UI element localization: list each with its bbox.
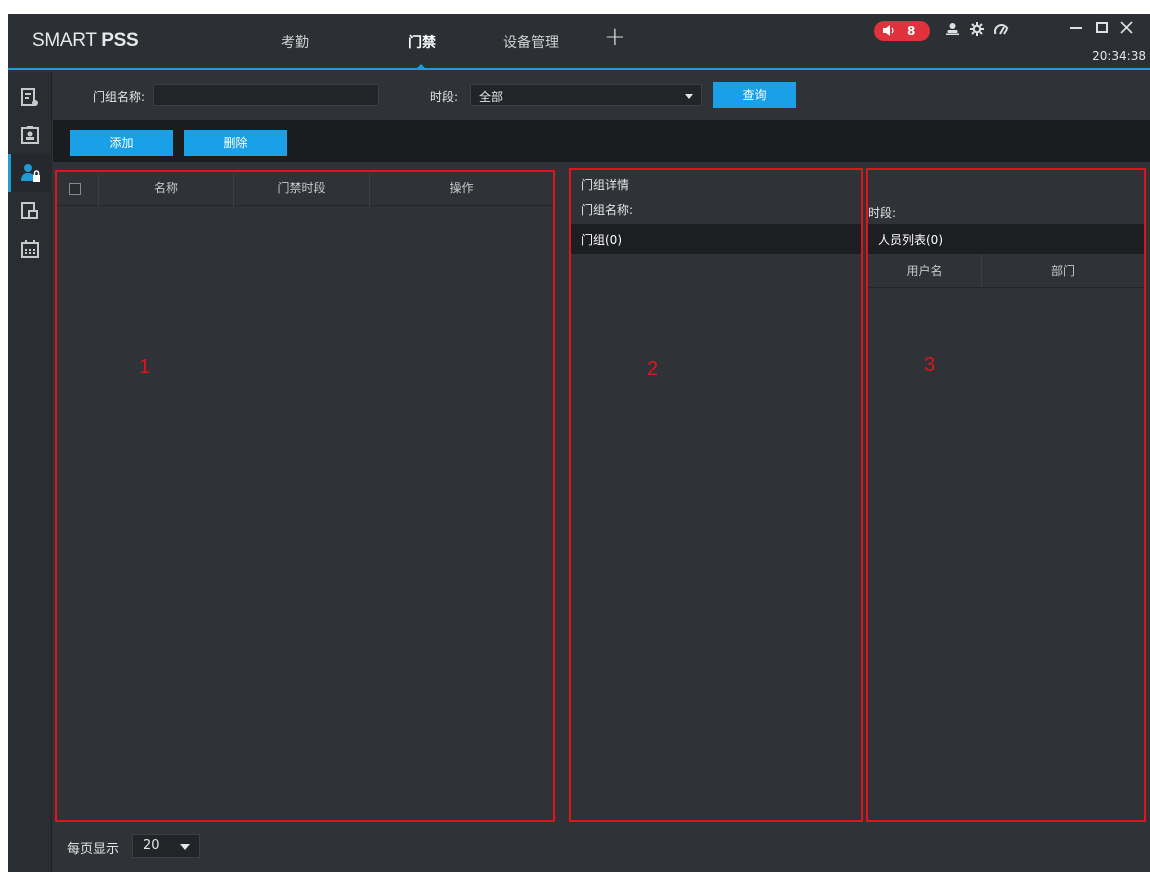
- tab-attendance[interactable]: 考勤: [281, 32, 309, 52]
- annotation-number-1: 1: [139, 356, 151, 378]
- member-list-header: 人员列表(0): [868, 224, 1144, 254]
- period-label: 时段:: [430, 90, 459, 104]
- app-logo: SMART PSS: [32, 30, 139, 51]
- speaker-icon: [883, 25, 895, 39]
- person-card-icon: [21, 126, 39, 148]
- sidebar-item-attendance-report[interactable]: [8, 78, 52, 116]
- column-header-operation[interactable]: 操作: [370, 174, 553, 206]
- door-group-detail-panel: 门组详情 门组名称: 门组(0) 2: [569, 168, 863, 822]
- user-icon[interactable]: [946, 22, 959, 39]
- app-window: SMART PSS 考勤 门禁 设备管理 + 8 20:34:38 门组名称: …: [8, 14, 1150, 872]
- top-bar: SMART PSS 考勤 门禁 设备管理 + 8 20:34:38: [8, 14, 1150, 70]
- table-header: 名称 门禁时段 操作: [57, 174, 553, 206]
- pager-bar: 每页显示 20: [53, 822, 1150, 872]
- door-group-header: 门组(0): [571, 224, 861, 254]
- gauge-icon[interactable]: [994, 22, 1009, 39]
- calendar-icon: [21, 240, 39, 262]
- tab-access-control[interactable]: 门禁: [408, 32, 436, 52]
- add-button[interactable]: 添加: [70, 130, 173, 156]
- gear-icon[interactable]: [970, 22, 984, 40]
- page-size-value: 20: [143, 838, 160, 853]
- column-header-username[interactable]: 用户名: [868, 254, 982, 286]
- column-header-period[interactable]: 门禁时段: [234, 174, 370, 206]
- period-select-value: 全部: [479, 90, 504, 104]
- alarm-badge[interactable]: 8: [874, 21, 930, 41]
- door-group-count: 门组(0): [581, 233, 622, 247]
- period-select[interactable]: 全部: [470, 84, 702, 106]
- maximize-icon[interactable]: [1096, 19, 1108, 38]
- select-all-cell: [57, 174, 99, 206]
- sidebar-item-calendar[interactable]: [8, 230, 52, 268]
- door-group-name-label: 门组名称:: [93, 90, 146, 104]
- sidebar-item-door-record[interactable]: [8, 192, 52, 230]
- column-header-name[interactable]: 名称: [99, 174, 234, 206]
- annotation-number-3: 3: [924, 354, 936, 376]
- action-bar: 添加 删除: [53, 120, 1150, 162]
- page-size-select[interactable]: 20: [132, 834, 200, 858]
- alarm-count: 8: [907, 24, 916, 38]
- member-period-label: 时段:: [868, 206, 897, 220]
- attendance-report-icon: [21, 88, 39, 111]
- member-list-count: 人员列表(0): [878, 233, 943, 247]
- column-header-department[interactable]: 部门: [982, 254, 1144, 286]
- door-record-icon: [21, 202, 39, 224]
- door-group-name-input[interactable]: [153, 84, 379, 106]
- door-group-list-panel: 名称 门禁时段 操作 1: [55, 170, 555, 822]
- sidebar-item-access-person[interactable]: [8, 154, 52, 192]
- chevron-down-icon: [180, 844, 190, 850]
- chevron-down-icon: [685, 94, 693, 99]
- clock: 20:34:38: [1092, 49, 1146, 63]
- minimize-icon[interactable]: [1070, 19, 1082, 38]
- delete-button[interactable]: 删除: [184, 130, 287, 156]
- annotation-number-2: 2: [647, 358, 659, 380]
- query-button[interactable]: 查询: [713, 82, 796, 108]
- tab-device-management[interactable]: 设备管理: [503, 32, 559, 52]
- member-list-panel: 时段: 人员列表(0) 用户名 部门 3: [866, 168, 1146, 822]
- filter-bar: 门组名称: 时段: 全部 查询: [53, 72, 1150, 120]
- select-all-checkbox[interactable]: [69, 183, 81, 195]
- sidebar: [8, 72, 52, 872]
- page-size-label: 每页显示: [67, 842, 120, 857]
- active-tab-indicator: [416, 64, 426, 69]
- close-icon[interactable]: [1120, 19, 1133, 38]
- detail-group-name-label: 门组名称:: [581, 203, 634, 217]
- add-tab-button[interactable]: +: [604, 24, 626, 50]
- member-table-header: 用户名 部门: [868, 254, 1144, 288]
- access-person-icon: [21, 163, 40, 187]
- detail-title: 门组详情: [581, 178, 630, 192]
- sidebar-item-person-card[interactable]: [8, 116, 52, 154]
